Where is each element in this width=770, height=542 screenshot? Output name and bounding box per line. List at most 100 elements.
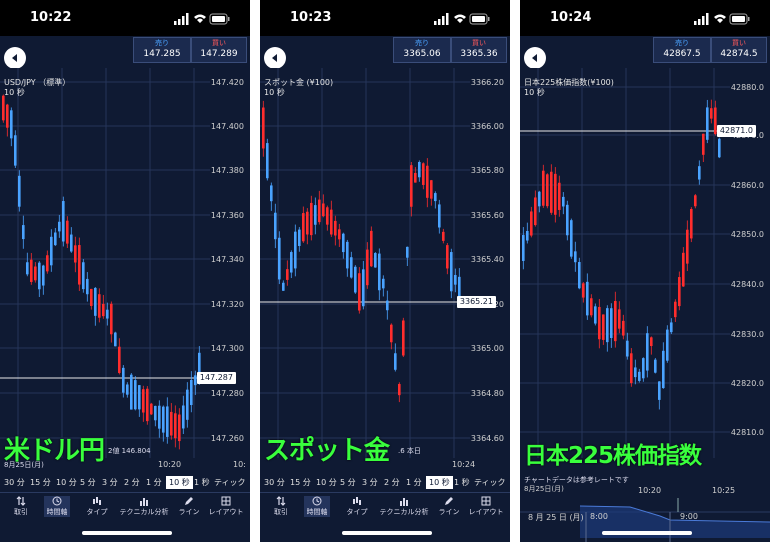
layout-tool[interactable]: レイアウト — [208, 496, 244, 517]
home-indicator[interactable] — [602, 531, 692, 535]
technical-tool[interactable]: テクニカル分析 — [376, 496, 432, 517]
tf-1m[interactable]: 1 分 — [146, 477, 162, 488]
tf-5m[interactable]: 5 分 — [340, 477, 356, 488]
tf-tick[interactable]: ティック — [214, 477, 246, 488]
tf-15m[interactable]: 15 分 — [290, 477, 311, 488]
candle-body — [130, 374, 133, 410]
layout-grid-icon — [481, 496, 491, 506]
chart-interval: 10 秒 — [524, 88, 545, 97]
tf-1m[interactable]: 1 分 — [406, 477, 422, 488]
back-button[interactable] — [524, 47, 546, 69]
candle-body — [86, 278, 89, 295]
timeaxis-tool[interactable]: 時間軸 — [304, 496, 330, 517]
candle-body — [378, 253, 381, 291]
tf-2m[interactable]: 2 分 — [384, 477, 400, 488]
candle-body — [366, 249, 369, 286]
y-tick: 42850.0 — [730, 230, 764, 239]
y-tick: 42820.0 — [730, 379, 764, 388]
buy-label: 買い — [472, 39, 486, 47]
candle-body — [18, 175, 21, 207]
candle-body — [394, 353, 397, 370]
sell-quote-button[interactable]: 売り 147.285 — [133, 37, 191, 63]
candle-body — [618, 309, 621, 329]
trade-tool[interactable]: 取引 — [8, 496, 34, 517]
candle-body — [2, 95, 5, 121]
candle-body — [610, 308, 613, 338]
candle-body — [426, 165, 429, 198]
home-indicator[interactable] — [342, 531, 432, 535]
candle-body — [278, 237, 281, 280]
candle-body — [74, 245, 77, 263]
candle-body — [718, 138, 721, 158]
bottom-toolbar: 取引 時間軸 タイプ テクニカル分析 ライン レイアウト — [0, 492, 250, 518]
x-tick: 10:20 — [158, 460, 182, 469]
candle-body — [690, 208, 693, 239]
line-tool[interactable]: ライン — [436, 496, 462, 517]
tf-2m[interactable]: 2 分 — [124, 477, 140, 488]
y-tick: 147.380 — [210, 166, 244, 175]
back-button[interactable] — [264, 47, 286, 69]
bar-chart-icon — [140, 498, 148, 506]
candle-body — [322, 203, 325, 217]
y-tick: 42810.0 — [730, 428, 764, 437]
tf-tick[interactable]: ティック — [474, 477, 506, 488]
tf-1s[interactable]: 1 秒 — [194, 477, 210, 488]
sell-quote-button[interactable]: 売り 3365.06 — [393, 37, 451, 63]
line-tool[interactable]: ライン — [176, 496, 202, 517]
y-tick: 147.260 — [210, 434, 244, 443]
price-chart[interactable]: USD/JPY （標準） 10 秒 147.420 147.400 147.38… — [0, 68, 250, 472]
candle-body — [266, 143, 269, 179]
tf-30m[interactable]: 30 分 — [4, 477, 25, 488]
candle-body — [158, 405, 161, 429]
home-indicator[interactable] — [82, 531, 172, 535]
candle-body — [102, 303, 105, 317]
candle-body — [162, 406, 165, 433]
sell-label: 売り — [675, 39, 689, 47]
candle-body — [698, 166, 701, 180]
type-tool[interactable]: タイプ — [84, 496, 110, 517]
candle-body — [578, 262, 581, 289]
candle-body — [286, 269, 289, 280]
back-button[interactable] — [4, 47, 26, 69]
candle-body — [174, 413, 177, 439]
tf-10s[interactable]: 10 秒 — [166, 476, 193, 489]
layout-tool[interactable]: レイアウト — [468, 496, 504, 517]
price-chart[interactable]: スポット金 (¥100) 10 秒 3366.20 3366.00 3365.8… — [260, 68, 510, 472]
candle-body — [10, 110, 13, 139]
buy-quote-button[interactable]: 買い 3365.36 — [451, 37, 507, 63]
candle-body — [354, 266, 357, 293]
candle-body — [442, 231, 445, 241]
tf-3m[interactable]: 3 分 — [362, 477, 378, 488]
candle-body — [638, 371, 641, 381]
current-price-tag: 147.287 — [196, 372, 236, 384]
candle-icon — [93, 497, 101, 505]
tf-30m[interactable]: 30 分 — [264, 477, 285, 488]
tf-15m[interactable]: 15 分 — [30, 477, 51, 488]
timeaxis-tool[interactable]: 時間軸 — [44, 496, 70, 517]
sell-quote-button[interactable]: 売り 42867.5 — [653, 37, 711, 63]
chart-interval: 10 秒 — [4, 88, 25, 97]
technical-tool[interactable]: テクニカル分析 — [116, 496, 172, 517]
buy-quote-button[interactable]: 買い 42874.5 — [711, 37, 767, 63]
tf-10s[interactable]: 10 秒 — [426, 476, 453, 489]
tf-10m[interactable]: 10 分 — [316, 477, 337, 488]
tf-10m[interactable]: 10 分 — [56, 477, 77, 488]
candle-body — [282, 282, 285, 291]
bar-chart-icon — [400, 498, 408, 506]
y-tick: 147.280 — [210, 389, 244, 398]
current-price-tag: 42871.0 — [716, 125, 756, 137]
price-chart[interactable]: 日本225株価指数(¥100) 10 秒 42880.0 42870.0 428… — [520, 68, 770, 484]
candle-body — [54, 232, 57, 246]
y-tick: 42880.0 — [730, 83, 764, 92]
type-tool[interactable]: タイプ — [344, 496, 370, 517]
candle-body — [626, 340, 629, 357]
buy-quote-button[interactable]: 買い 147.289 — [191, 37, 247, 63]
candle-body — [370, 230, 373, 267]
tf-5m[interactable]: 5 分 — [80, 477, 96, 488]
quote-header: 売り 3365.06 買い 3365.36 — [260, 36, 510, 69]
tf-3m[interactable]: 3 分 — [102, 477, 118, 488]
candle-body — [182, 405, 185, 429]
candle-body — [38, 262, 41, 290]
tf-1s[interactable]: 1 秒 — [454, 477, 470, 488]
trade-tool[interactable]: 取引 — [268, 496, 294, 517]
